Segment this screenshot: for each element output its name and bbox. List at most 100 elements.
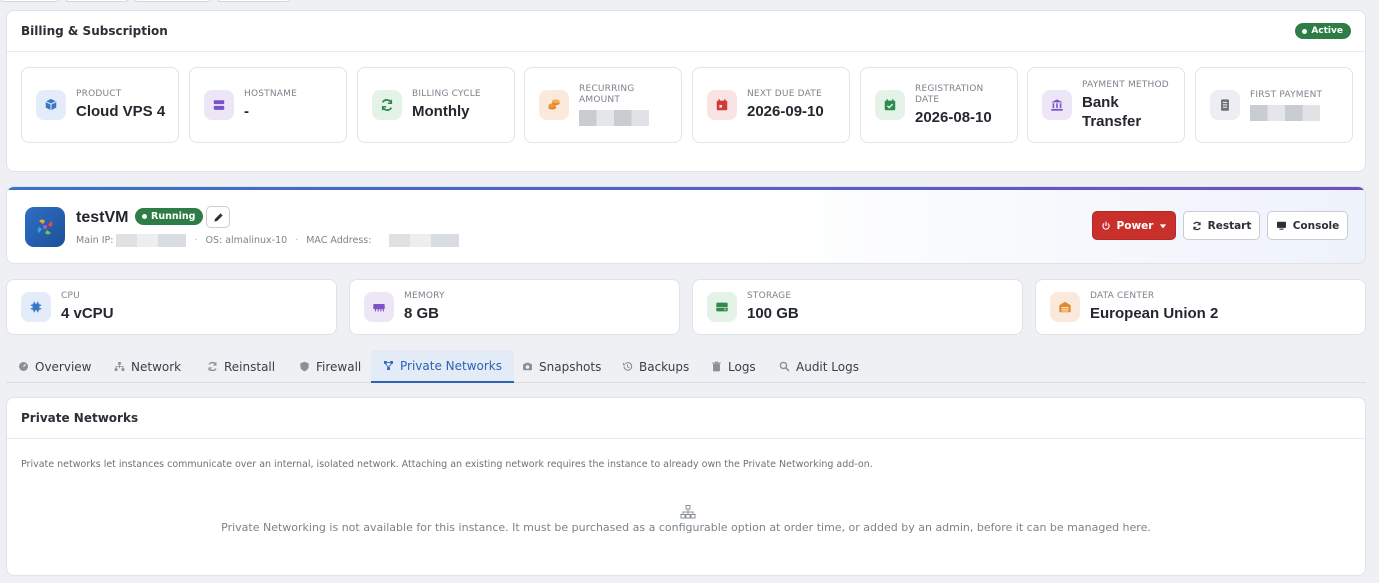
- coins-icon: [539, 90, 569, 120]
- stat-value: 8 GB: [404, 305, 440, 322]
- bank-icon: [1042, 90, 1072, 120]
- nodes-icon: [384, 361, 393, 370]
- billing-item-label: PRODUCT: [76, 89, 122, 99]
- tab-reinstall[interactable]: Reinstall: [195, 350, 287, 383]
- vm-status-label: Running: [151, 211, 196, 222]
- shield-icon: [300, 361, 309, 372]
- status-badge: Active: [1295, 23, 1351, 39]
- tab-network[interactable]: Network: [102, 350, 193, 383]
- vm-name: testVM: [76, 209, 129, 226]
- mac-redacted: [389, 234, 460, 247]
- redacted-value: [579, 110, 649, 126]
- trash-icon: [712, 361, 721, 372]
- server-icon: [204, 90, 234, 120]
- tab-label: Snapshots: [539, 359, 602, 374]
- storage-icon: [707, 292, 737, 322]
- stat-cpu: CPU 4 vCPU: [6, 279, 337, 335]
- billing-item-value: 2026-08-10: [915, 108, 992, 126]
- billing-card: Billing & Subscription Active PRODUCT Cl…: [6, 10, 1366, 172]
- power-icon: [1101, 221, 1110, 230]
- stat-data-center: DATA CENTER European Union 2: [1035, 279, 1366, 335]
- tab-label: Network: [131, 359, 182, 374]
- stat-storage: STORAGE 100 GB: [692, 279, 1023, 335]
- console-button[interactable]: Console: [1267, 211, 1348, 240]
- billing-item-billing-cycle: BILLING CYCLE Monthly: [357, 67, 515, 143]
- tab-overview[interactable]: Overview: [6, 350, 104, 383]
- billing-item-product: PRODUCT Cloud VPS 4: [21, 67, 179, 143]
- cpu-icon: [21, 292, 51, 322]
- tab-private-networks[interactable]: Private Networks: [371, 350, 515, 383]
- main-ip-label: Main IP:: [76, 235, 114, 246]
- monitor-icon: [1276, 221, 1286, 230]
- caret-down-icon: [1160, 223, 1167, 228]
- billing-item-label: NEXT DUE DATE: [747, 89, 822, 99]
- billing-item-value: 2026-09-10: [747, 103, 824, 120]
- billing-item-recurring-amount: RECURRING AMOUNT: [524, 67, 682, 143]
- network-icon: [114, 362, 125, 371]
- meta-separator: ·: [295, 235, 299, 246]
- billing-item-value: Monthly: [412, 103, 470, 120]
- tab-label: Backups: [639, 359, 690, 374]
- restart-button[interactable]: Restart: [1183, 211, 1260, 240]
- billing-item-value: -: [244, 103, 249, 120]
- billing-item-first-payment: FIRST PAYMENT: [1195, 67, 1353, 143]
- vm-status-badge: Running: [135, 208, 204, 225]
- refresh-icon: [208, 361, 217, 372]
- stat-value: 4 vCPU: [61, 305, 114, 322]
- cube-icon: [36, 90, 66, 120]
- stat-label: STORAGE: [747, 291, 792, 301]
- power-label: Power: [1116, 219, 1154, 232]
- vm-header-accent-bar: [7, 187, 1365, 190]
- vm-meta: Main IP: · OS: almalinux-10 · MAC Addres…: [76, 234, 460, 247]
- tab-audit-logs[interactable]: Audit Logs: [767, 350, 871, 383]
- stat-value: 100 GB: [747, 305, 799, 322]
- billing-item-hostname: HOSTNAME -: [189, 67, 347, 143]
- billing-item-label: PAYMENT METHOD: [1082, 79, 1169, 90]
- pencil-icon: [213, 212, 223, 222]
- panel-description: Private networks let instances communica…: [21, 459, 873, 470]
- billing-item-payment-method: PAYMENT METHOD Bank Transfer: [1027, 67, 1185, 143]
- vm-header-card: testVM Running Main IP: · OS: almalinux-…: [6, 186, 1366, 264]
- restart-label: Restart: [1207, 219, 1252, 232]
- billing-header: Billing & Subscription Active: [7, 11, 1365, 52]
- billing-item-label: FIRST PAYMENT: [1250, 89, 1323, 100]
- tab-label: Reinstall: [224, 359, 276, 374]
- private-networks-panel: Private Networks Private networks let in…: [6, 397, 1366, 576]
- billing-title: Billing & Subscription: [21, 24, 168, 38]
- main-ip-redacted: [116, 234, 187, 247]
- edit-name-button[interactable]: [206, 206, 230, 228]
- stat-value: European Union 2: [1090, 305, 1219, 322]
- tab-logs[interactable]: Logs: [699, 350, 768, 383]
- stat-label: MEMORY: [404, 291, 445, 301]
- stat-label: CPU: [61, 291, 80, 301]
- tab-label: Firewall: [316, 359, 362, 374]
- billing-item-next-due-date: NEXT DUE DATE 2026-09-10: [692, 67, 850, 143]
- refresh-icon: [1192, 221, 1201, 230]
- memory-icon: [364, 292, 394, 322]
- tab-label: Audit Logs: [796, 359, 859, 374]
- calendar-check-icon: [875, 90, 905, 120]
- tab-bar: Overview Network Reinstall Firewall Priv…: [6, 350, 1366, 383]
- os-logo-icon: [25, 207, 65, 247]
- top-tab-stubs: [0, 0, 1379, 3]
- empty-state-message: Private Networking is not available for …: [221, 521, 1151, 534]
- panel-title: Private Networks: [7, 398, 1365, 439]
- billing-item-label: RECURRING AMOUNT: [579, 84, 635, 105]
- billing-item-label: BILLING CYCLE: [412, 89, 481, 99]
- camera-icon: [523, 362, 532, 371]
- power-button[interactable]: Power: [1092, 211, 1176, 240]
- tab-snapshots[interactable]: Snapshots: [510, 350, 613, 383]
- tab-label: Logs: [728, 359, 756, 374]
- warehouse-icon: [1050, 292, 1080, 322]
- billing-item-value: Bank Transfer: [1082, 93, 1142, 130]
- meta-separator: ·: [194, 235, 198, 246]
- tab-label: Overview: [35, 359, 92, 374]
- stat-memory: MEMORY 8 GB: [349, 279, 680, 335]
- status-badge-label: Active: [1311, 26, 1343, 36]
- tab-backups[interactable]: Backups: [610, 350, 701, 383]
- search-icon: [779, 361, 790, 372]
- billing-item-registration-date: REGISTRATION DATE 2026-08-10: [860, 67, 1018, 143]
- receipt-icon: [1210, 90, 1240, 120]
- tab-firewall[interactable]: Firewall: [287, 350, 373, 383]
- gauge-icon: [19, 362, 28, 371]
